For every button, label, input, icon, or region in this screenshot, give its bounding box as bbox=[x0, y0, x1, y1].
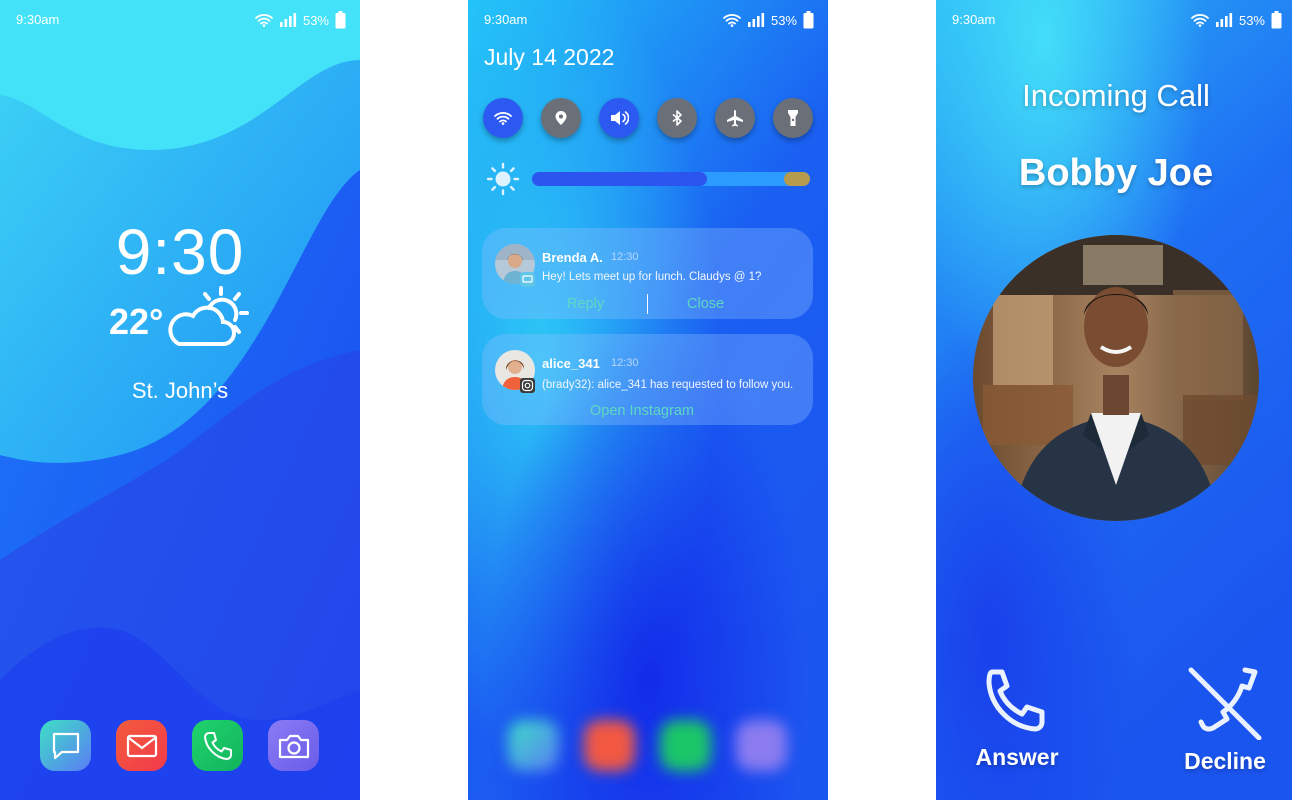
decline-label: Decline bbox=[1184, 748, 1266, 774]
action-divider bbox=[647, 294, 648, 314]
signal-icon bbox=[747, 13, 765, 27]
camera-icon bbox=[278, 734, 309, 758]
caller-photo bbox=[973, 235, 1259, 521]
notification-time: 12:30 bbox=[611, 357, 639, 369]
phone-icon bbox=[986, 669, 1045, 732]
phone-app-button[interactable] bbox=[192, 720, 243, 771]
temperature: 22° bbox=[109, 301, 164, 342]
status-time: 9:30am bbox=[952, 12, 996, 27]
camera-app-blurred bbox=[736, 720, 787, 771]
reply-button[interactable]: Reply bbox=[567, 296, 604, 312]
battery-percent: 53% bbox=[1238, 12, 1265, 28]
notification-message: Hey! Lets meet up for lunch. Claudys @ 1… bbox=[542, 271, 762, 283]
battery-icon bbox=[335, 11, 346, 29]
wifi-icon bbox=[255, 14, 273, 27]
battery-percent: 53% bbox=[302, 12, 329, 28]
notification-time: 12:30 bbox=[611, 251, 639, 263]
blurred-app-dock bbox=[508, 720, 787, 771]
notification-sender: alice_341 bbox=[542, 356, 600, 371]
wifi-icon bbox=[494, 112, 512, 125]
message-icon bbox=[52, 732, 79, 759]
signal-icon bbox=[279, 13, 297, 27]
signal-icon bbox=[1215, 13, 1233, 27]
wifi-icon bbox=[723, 14, 741, 27]
wifi-toggle[interactable] bbox=[483, 98, 523, 138]
sun-icon bbox=[486, 162, 520, 196]
airplane-mode-toggle[interactable] bbox=[715, 98, 755, 138]
wifi-icon bbox=[1191, 14, 1209, 27]
bluetooth-icon bbox=[672, 110, 682, 126]
brightness-control bbox=[486, 162, 816, 196]
email-app-button[interactable] bbox=[116, 720, 167, 771]
notification-shade: 9:30am 53% July 14 2022 Brenda A. 12:30 … bbox=[468, 0, 828, 800]
notification-card[interactable]: Brenda A. 12:30 Hey! Lets meet up for lu… bbox=[482, 228, 813, 319]
brightness-slider[interactable] bbox=[532, 172, 810, 186]
open-instagram-button[interactable]: Open Instagram bbox=[590, 403, 694, 419]
caller-name: Bobby Joe bbox=[1018, 152, 1214, 194]
notification-sender: Brenda A. bbox=[542, 250, 603, 265]
partly-sunny-icon bbox=[168, 286, 250, 346]
incoming-call-screen: 9:30am 53% Incoming Call Bobby Joe Answe… bbox=[936, 0, 1292, 800]
mail-icon bbox=[126, 734, 157, 757]
lock-screen: 9:30am 53% 9:30 22° St. John’s bbox=[0, 0, 360, 800]
incoming-call-title: Incoming Call bbox=[1022, 78, 1210, 113]
answer-button[interactable]: Answer bbox=[962, 666, 1072, 771]
battery-icon bbox=[1271, 11, 1282, 29]
notification-message: (brady32): alice_341 has requested to fo… bbox=[542, 379, 794, 391]
location-toggle[interactable] bbox=[541, 98, 581, 138]
status-time: 9:30am bbox=[484, 12, 528, 27]
battery-icon bbox=[803, 11, 814, 29]
decline-button[interactable]: Decline bbox=[1170, 666, 1280, 775]
status-bar: 9:30am 53% bbox=[936, 0, 1292, 40]
brightness-handle[interactable] bbox=[784, 172, 810, 186]
status-time: 9:30am bbox=[16, 12, 60, 27]
messages-app-button[interactable] bbox=[40, 720, 91, 771]
flashlight-icon bbox=[788, 110, 798, 126]
answer-label: Answer bbox=[975, 744, 1059, 770]
bluetooth-toggle[interactable] bbox=[657, 98, 697, 138]
flashlight-toggle[interactable] bbox=[773, 98, 813, 138]
lock-clock: 9:30 bbox=[115, 216, 245, 288]
location-pin-icon bbox=[555, 111, 567, 125]
camera-app-button[interactable] bbox=[268, 720, 319, 771]
volume-icon bbox=[611, 111, 629, 125]
phone-app-blurred bbox=[660, 720, 711, 771]
shade-date: July 14 2022 bbox=[484, 44, 615, 70]
quick-settings bbox=[483, 98, 813, 138]
weather-widget: 22° bbox=[109, 286, 255, 354]
city-name: St. John’s bbox=[131, 378, 229, 403]
instagram-badge-icon bbox=[520, 378, 535, 393]
phone-icon bbox=[203, 731, 232, 760]
hang-up-icon bbox=[1188, 667, 1262, 740]
airplane-icon bbox=[727, 110, 743, 127]
status-bar: 9:30am 53% bbox=[0, 0, 360, 40]
status-bar: 9:30am 53% bbox=[468, 0, 828, 40]
battery-percent: 53% bbox=[770, 12, 797, 28]
sound-toggle[interactable] bbox=[599, 98, 639, 138]
messages-badge-icon bbox=[520, 272, 535, 287]
email-app-blurred bbox=[584, 720, 635, 771]
messages-app-blurred bbox=[508, 720, 559, 771]
brightness-fill bbox=[532, 172, 708, 186]
app-dock bbox=[40, 720, 319, 771]
close-button[interactable]: Close bbox=[687, 296, 724, 312]
notification-card[interactable]: alice_341 12:30 (brady32): alice_341 has… bbox=[482, 334, 813, 425]
